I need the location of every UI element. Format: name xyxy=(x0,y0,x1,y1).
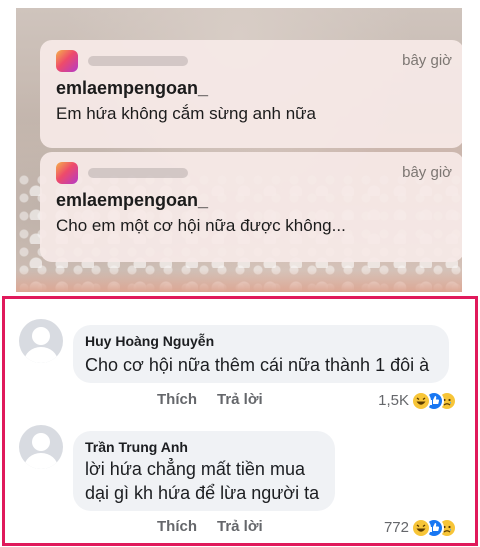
like-button[interactable]: Thích xyxy=(157,391,197,408)
skin-area xyxy=(16,270,462,292)
blurred-account-name xyxy=(88,56,188,66)
reaction-count[interactable]: 772 xyxy=(361,519,409,536)
reaction-count[interactable]: 1,5K xyxy=(361,392,409,409)
reaction-icons[interactable] xyxy=(411,518,467,538)
comment-text-line: dại gì kh hứa để lừa người ta xyxy=(85,483,320,503)
comment-author[interactable]: Trần Trung Anh xyxy=(85,439,188,455)
notification-sender: emlaempengoan_ xyxy=(56,78,209,98)
notification-message: Em hứa không cắm sừng anh nữa xyxy=(56,104,317,123)
background-photo: bây giờ emlaempengoan_ Em hứa không cắm … xyxy=(16,8,462,292)
haha-icon xyxy=(411,391,431,411)
notification-card[interactable]: bây giờ emlaempengoan_ Em hứa không cắm … xyxy=(40,40,462,148)
comment-text: Cho cơ hội nữa thêm cái nữa thành 1 đôi … xyxy=(85,355,430,375)
avatar[interactable] xyxy=(19,425,63,469)
comment-bubble: Trần Trung Anh lời hứa chẳng mất tiền mu… xyxy=(73,431,335,511)
notification-time: bây giờ xyxy=(402,52,452,69)
avatar[interactable] xyxy=(19,319,63,363)
comment-author[interactable]: Huy Hoàng Nguyễn xyxy=(85,333,214,349)
comment-section: Huy Hoàng Nguyễn Cho cơ hội nữa thêm cái… xyxy=(2,296,478,546)
reply-button[interactable]: Trả lời xyxy=(217,518,263,535)
reply-button[interactable]: Trả lời xyxy=(217,391,263,408)
blurred-account-name xyxy=(88,168,188,178)
like-button[interactable]: Thích xyxy=(157,518,197,535)
haha-icon xyxy=(411,518,431,538)
notification-time: bây giờ xyxy=(402,164,452,181)
notification-card[interactable]: bây giờ emlaempengoan_ Cho em một cơ hội… xyxy=(40,152,462,262)
comment-bubble: Huy Hoàng Nguyễn Cho cơ hội nữa thêm cái… xyxy=(73,325,449,383)
comment-text-line: lời hứa chẳng mất tiền mua xyxy=(85,459,305,479)
notification-message: Cho em một cơ hội nữa được không... xyxy=(56,216,346,235)
reaction-icons[interactable] xyxy=(411,391,467,411)
instagram-app-icon xyxy=(56,162,78,184)
instagram-app-icon xyxy=(56,50,78,72)
notification-sender: emlaempengoan_ xyxy=(56,190,209,210)
